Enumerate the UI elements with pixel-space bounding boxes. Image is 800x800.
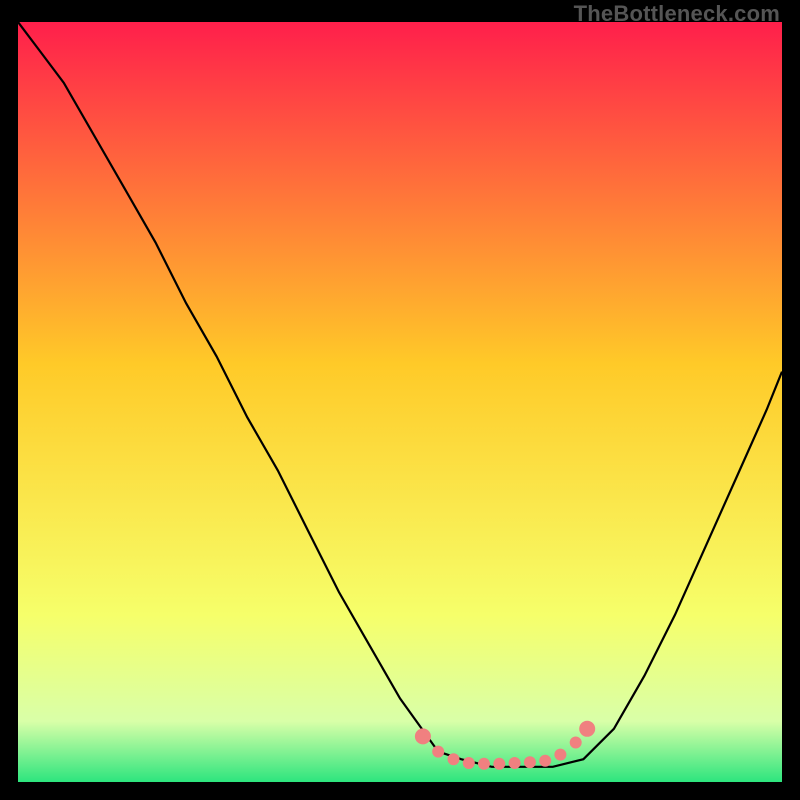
gradient-background — [18, 22, 782, 782]
highlight-dot — [448, 753, 460, 765]
highlight-dot — [509, 757, 521, 769]
highlight-dot — [432, 746, 444, 758]
highlight-dot — [478, 758, 490, 770]
highlight-dot — [415, 728, 431, 744]
highlight-dot — [570, 737, 582, 749]
highlight-dot — [554, 749, 566, 761]
highlight-dot — [524, 756, 536, 768]
highlight-dot — [493, 758, 505, 770]
highlight-dot — [463, 757, 475, 769]
chart-frame: TheBottleneck.com — [0, 0, 800, 800]
chart-svg — [18, 22, 782, 782]
highlight-dot — [579, 721, 595, 737]
plot-area — [18, 22, 782, 782]
highlight-dot — [539, 755, 551, 767]
